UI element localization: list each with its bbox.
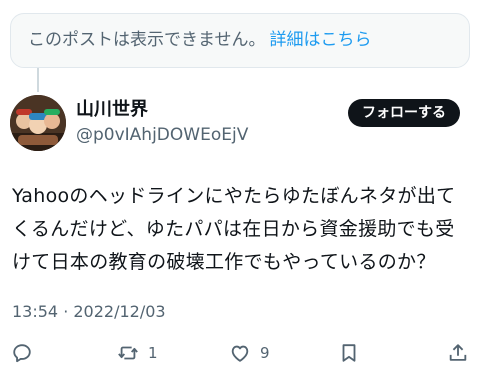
share-button[interactable] [447,341,469,365]
post-text-line: けて日本の教育の破壊工作でもやっているのか？ [12,251,436,273]
post-action-bar: 1 9 [0,337,480,369]
post-text-line: Yahooのヘッドラインにやたらゆたぼんネタが出て [12,185,456,207]
like-button[interactable]: 9 [229,341,270,365]
like-icon [231,345,249,362]
avatar-image [10,95,66,151]
unavailable-post-notice: このポストは表示できません。 詳細はこちら [10,13,470,68]
reply-button[interactable] [11,341,33,365]
follow-button[interactable]: フォローする [348,99,460,127]
unavailable-message: このポストは表示できません。 [28,30,266,50]
share-icon [449,344,467,361]
post-text: Yahooのヘッドラインにやたらゆたぼんネタが出て くるんだけど、ゆたパパは在日… [12,180,468,279]
retweet-count: 1 [148,344,158,362]
thread-connector-line [37,68,39,92]
learn-more-link[interactable]: 詳細はこちら [270,30,372,50]
user-handle[interactable]: @p0vIAhjDOWEoEjV [76,124,248,146]
unavailable-message-row: このポストは表示できません。 詳細はこちら [28,29,372,51]
post-text-line: くるんだけど、ゆたパパは在日から資金援助でも受 [12,218,455,240]
avatar[interactable] [10,95,66,151]
retweet-button[interactable]: 1 [117,341,158,365]
reply-icon [13,344,31,363]
bookmark-button[interactable] [338,341,360,365]
bookmark-icon [342,344,356,362]
post-timestamp[interactable]: 13:54 · 2022/12/03 [12,301,166,323]
retweet-icon [118,346,138,360]
like-count: 9 [260,344,270,362]
display-name[interactable]: 山川世界 [76,99,148,121]
